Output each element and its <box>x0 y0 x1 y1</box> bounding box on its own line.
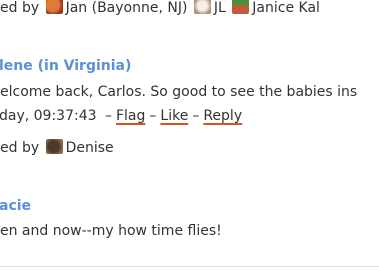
liker-name[interactable]: JL <box>214 0 226 16</box>
comment-author[interactable]: acie <box>0 198 31 214</box>
flag-link[interactable]: Flag <box>116 108 145 124</box>
separator: – <box>104 108 112 124</box>
reply-link[interactable]: Reply <box>203 108 242 124</box>
liker-name[interactable]: Denise <box>66 140 114 156</box>
separator: – <box>192 108 200 124</box>
liked-by-label: ed by <box>0 0 40 16</box>
comment-body: elcome back, Carlos. So good to see the … <box>0 84 358 100</box>
liked-by-row: ed by Denise <box>0 139 114 156</box>
like-link[interactable]: Like <box>160 108 188 124</box>
liked-by-row: ed by Jan (Bayonne, NJ) JL Janice Kal <box>0 0 320 16</box>
user-avatar-icon[interactable] <box>193 0 211 14</box>
liker-name[interactable]: Jan (Bayonne, NJ) <box>66 0 188 16</box>
divider <box>0 266 379 267</box>
comment-body: en and now--my how time flies! <box>0 223 222 239</box>
separator: – <box>149 108 157 124</box>
liked-by-label: ed by <box>0 140 40 156</box>
liker-name[interactable]: Janice Kal <box>252 0 320 16</box>
comment-author[interactable]: lene (in Virginia) <box>0 58 131 74</box>
comment-meta: day, 09:37:43 – Flag – Like – Reply <box>0 108 242 124</box>
comment-timestamp: day, 09:37:43 <box>0 108 97 124</box>
user-avatar-icon[interactable] <box>232 0 250 14</box>
user-avatar-icon[interactable] <box>45 0 63 14</box>
user-avatar-icon[interactable] <box>45 139 63 154</box>
